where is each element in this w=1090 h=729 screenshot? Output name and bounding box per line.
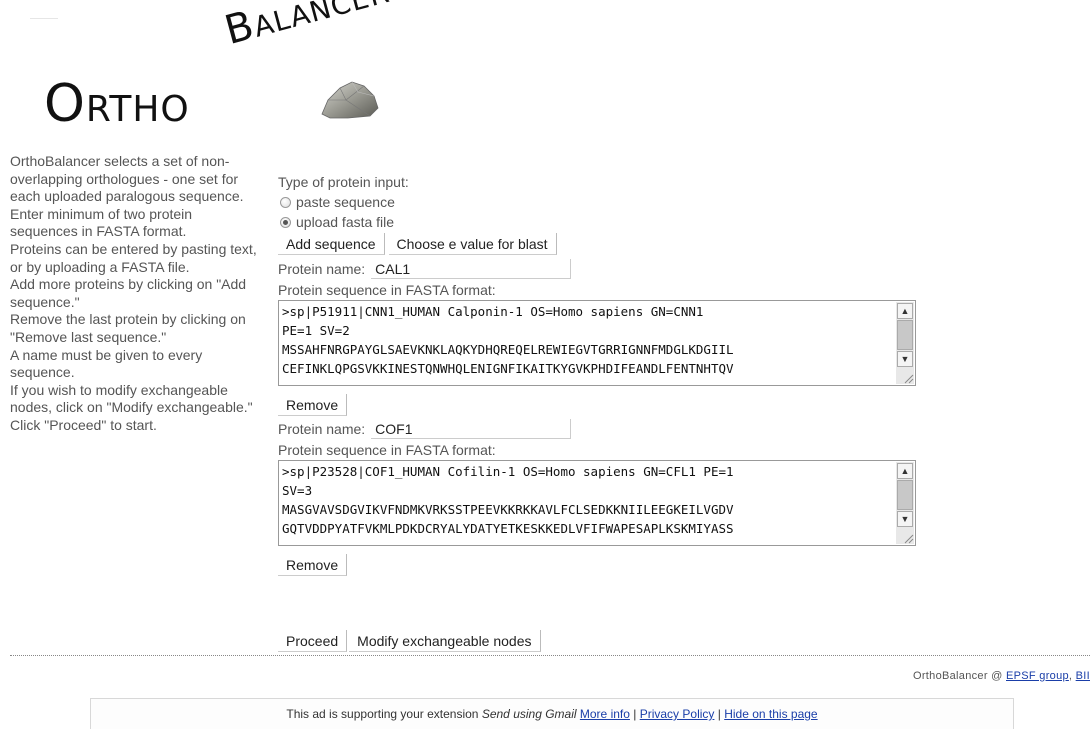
ad-separator: | xyxy=(714,707,725,721)
protein-entry: Protein name: Protein sequence in FASTA … xyxy=(278,418,938,576)
footer-separator: , xyxy=(1068,670,1076,682)
protein-name-label: Protein name: xyxy=(278,421,366,437)
ad-text: This ad is supporting your extension xyxy=(286,707,482,721)
ad-hide-link[interactable]: Hide on this page xyxy=(724,707,817,721)
fasta-textarea[interactable]: >sp|P51911|CNN1_HUMAN Calponin-1 OS=Homo… xyxy=(278,300,916,386)
radio-button-selected[interactable] xyxy=(280,216,291,228)
footer: OrthoBalancer @ EPSF group, BII xyxy=(913,670,1090,682)
add-sequence-button[interactable]: Add sequence xyxy=(278,233,385,255)
protein-form: Type of protein input: paste sequence up… xyxy=(278,173,938,576)
help-line: Remove the last protein by clicking on "… xyxy=(10,311,246,345)
help-line: Enter minimum of two protein sequences i… xyxy=(10,205,193,240)
fasta-line: SV=3 xyxy=(282,483,313,498)
top-divider-mark xyxy=(30,18,58,19)
scroll-thumb[interactable] xyxy=(897,480,913,510)
radio-paste-sequence[interactable]: paste sequence xyxy=(278,192,938,212)
proceed-button[interactable]: Proceed xyxy=(278,630,348,652)
protein-name-input[interactable] xyxy=(371,419,572,439)
logo-word-ortho: Ortho xyxy=(44,74,190,134)
help-line: OrthoBalancer selects a set of non-overl… xyxy=(10,153,244,205)
fasta-label: Protein sequence in FASTA format: xyxy=(278,282,496,298)
protein-name-input[interactable] xyxy=(371,259,572,279)
ad-privacy-link[interactable]: Privacy Policy xyxy=(640,707,715,721)
help-line: A name must be given to every sequence. xyxy=(10,346,203,381)
fasta-line: GQTVDDPYATFVKMLPDKDCRYALYDATYETKESKKEDLV… xyxy=(282,521,734,536)
remove-button[interactable]: Remove xyxy=(278,394,348,416)
protein-entry: Protein name: Protein sequence in FASTA … xyxy=(278,258,938,416)
fasta-line: >sp|P23528|COF1_HUMAN Cofilin-1 OS=Homo … xyxy=(282,464,734,479)
bii-link[interactable]: BII xyxy=(1076,670,1090,682)
choose-evalue-button[interactable]: Choose e value for blast xyxy=(388,233,557,255)
help-line: Click "Proceed" to start. xyxy=(10,416,157,433)
scroll-down-icon[interactable]: ▼ xyxy=(897,511,913,527)
modify-exchangeable-nodes-button[interactable]: Modify exchangeable nodes xyxy=(349,630,541,652)
resize-grip-icon[interactable] xyxy=(900,370,914,384)
footer-divider xyxy=(10,655,1090,656)
radio-label: upload fasta file xyxy=(296,214,395,230)
ad-extension-name: Send using Gmail xyxy=(481,707,577,721)
ad-separator: | xyxy=(629,707,640,721)
fasta-line: PE=1 SV=2 xyxy=(282,323,350,338)
input-type-label: Type of protein input: xyxy=(278,174,409,190)
scroll-up-icon[interactable]: ▲ xyxy=(897,303,913,319)
radio-upload-fasta[interactable]: upload fasta file xyxy=(278,212,938,232)
ad-more-info-link[interactable]: More info xyxy=(580,707,630,721)
radio-button[interactable] xyxy=(280,196,291,208)
help-panel: OrthoBalancer selects a set of non-overl… xyxy=(10,153,260,435)
epsf-group-link[interactable]: EPSF group xyxy=(1006,670,1069,682)
help-line: Proteins can be entered by pasting text,… xyxy=(10,240,257,275)
help-line: Add more proteins by clicking on "Add se… xyxy=(10,276,247,310)
fasta-text: >sp|P23528|COF1_HUMAN Cofilin-1 OS=Homo … xyxy=(282,462,893,538)
scroll-thumb[interactable] xyxy=(897,320,913,350)
fasta-label: Protein sequence in FASTA format: xyxy=(278,442,496,458)
fasta-line: MASGVAVSDGVIKVFNDMKVRKSSTPEEVKKRKKAVLFCL… xyxy=(282,502,734,517)
fasta-line: MSSAHFNRGPAYGLSAEVKNKLAQKYDHQREQELREWIEG… xyxy=(282,342,734,357)
protein-name-label: Protein name: xyxy=(278,261,366,277)
ad-banner: This ad is supporting your extension Sen… xyxy=(90,698,1014,729)
fasta-line: >sp|P51911|CNN1_HUMAN Calponin-1 OS=Homo… xyxy=(282,304,704,319)
scroll-up-icon[interactable]: ▲ xyxy=(897,463,913,479)
rock-icon xyxy=(321,81,379,119)
scroll-down-icon[interactable]: ▼ xyxy=(897,351,913,367)
fasta-textarea[interactable]: >sp|P23528|COF1_HUMAN Cofilin-1 OS=Homo … xyxy=(278,460,916,546)
footer-prefix: OrthoBalancer @ xyxy=(912,670,1006,682)
help-line: If you wish to modify exchangeable nodes… xyxy=(10,381,253,416)
remove-button[interactable]: Remove xyxy=(278,554,348,576)
resize-grip-icon[interactable] xyxy=(900,530,914,544)
logo: Ortho Balancer xyxy=(0,0,500,150)
fasta-text: >sp|P51911|CNN1_HUMAN Calponin-1 OS=Homo… xyxy=(282,302,893,378)
radio-label: paste sequence xyxy=(296,194,395,210)
logo-word-balancer: Balancer xyxy=(220,0,394,54)
fasta-line: CEFINKLQPGSVKKINESTQNWHQLENIGNFIKAITKYGV… xyxy=(282,361,734,376)
